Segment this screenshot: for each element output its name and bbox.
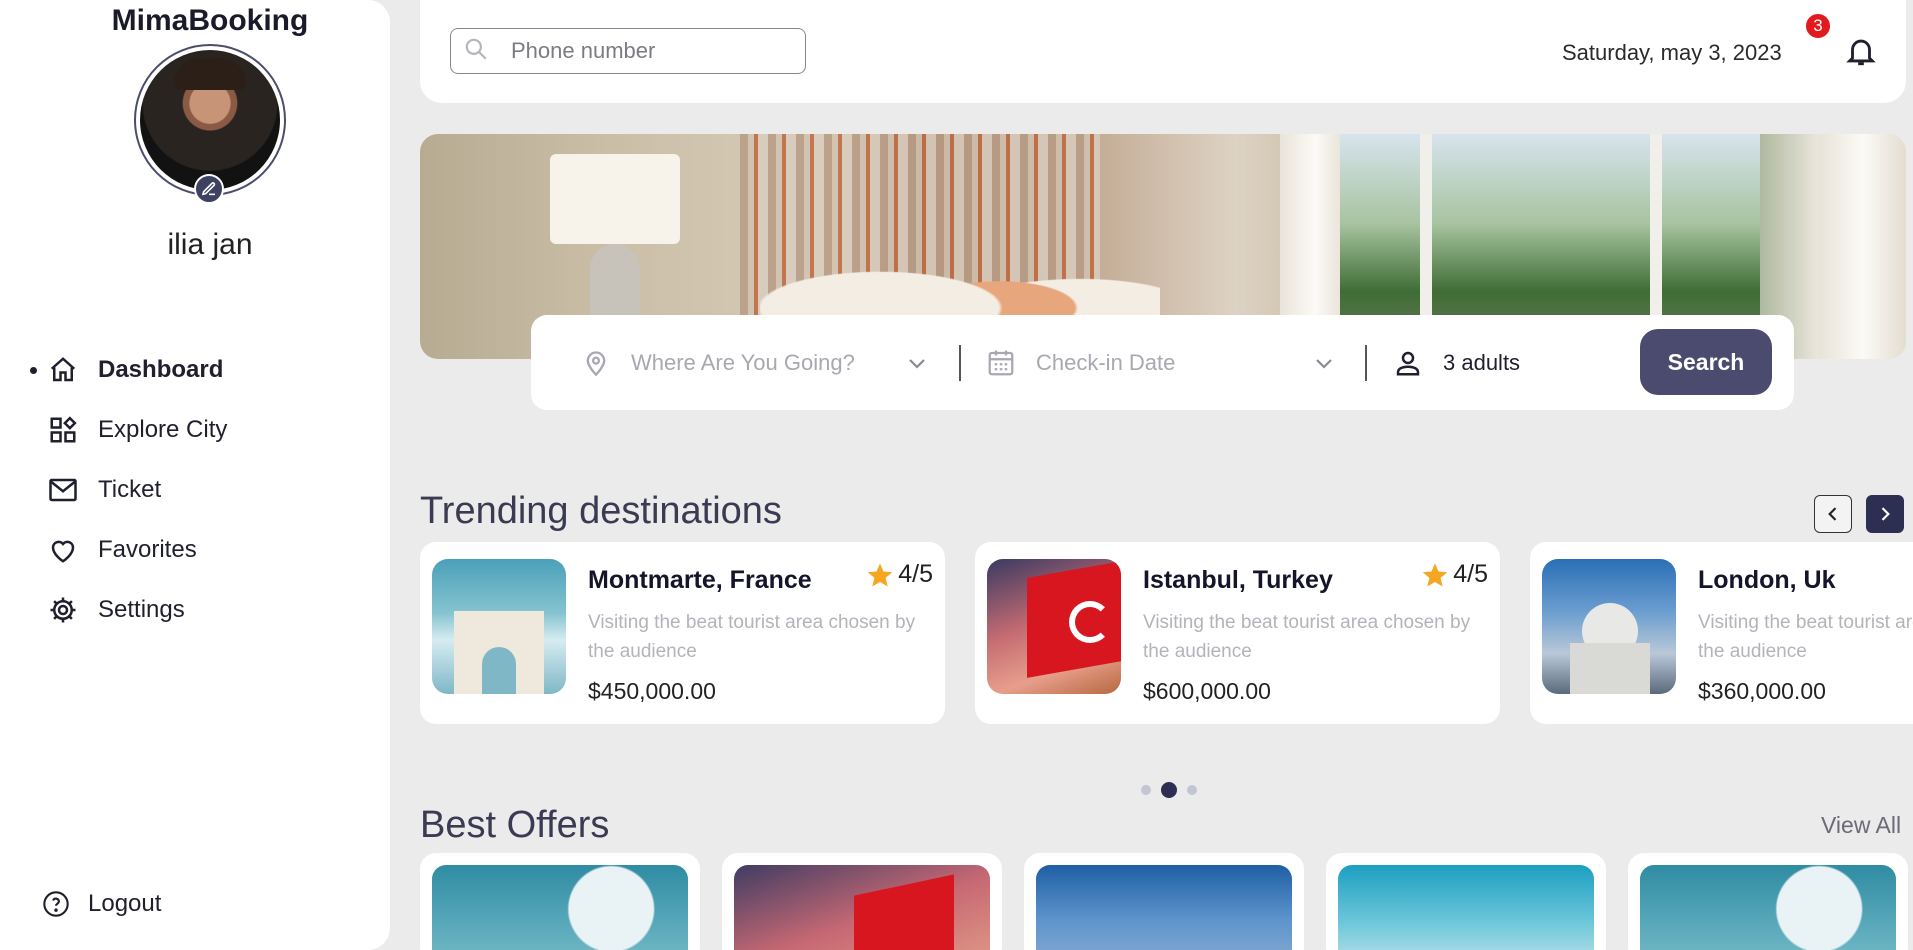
bell-icon[interactable]: [1844, 34, 1878, 70]
carousel-dot[interactable]: [1141, 785, 1151, 795]
offer-card[interactable]: [1326, 853, 1606, 950]
destination-description: Visiting the beat tourist area chosen by…: [1698, 612, 1913, 662]
rating-value: 4/5: [898, 560, 933, 588]
destination-description: Visiting the beat tourist area chosen by…: [588, 612, 916, 662]
star-icon: [867, 562, 893, 587]
destination-card[interactable]: London, Uk Visiting the beat tourist are…: [1530, 542, 1913, 724]
hero-curtain: [1820, 134, 1906, 359]
guests-select[interactable]: 3 adults: [1393, 315, 1613, 410]
destination-name: London, Uk: [1698, 566, 1836, 594]
sidebar-item-favorites[interactable]: Favorites: [30, 520, 227, 580]
destination-image: [432, 559, 566, 694]
carousel-dot[interactable]: [1187, 785, 1197, 795]
destination-card[interactable]: Istanbul, Turkey 4/5 Visiting the beat t…: [975, 542, 1500, 724]
sidebar-item-label: Settings: [98, 596, 185, 623]
active-indicator: [30, 367, 37, 374]
offer-card[interactable]: [420, 853, 700, 950]
carousel-pagination: [1136, 782, 1202, 798]
destination-card[interactable]: Montmarte, France 4/5 Visiting the beat …: [420, 542, 945, 724]
destination-image: [987, 559, 1121, 694]
offer-card[interactable]: [722, 853, 1002, 950]
checkin-placeholder: Check-in Date: [1036, 349, 1176, 375]
calendar-icon: [986, 348, 1016, 378]
destination-price: $360,000.00: [1698, 678, 1826, 704]
logout-label: Logout: [88, 890, 162, 917]
sidebar-item-label: Ticket: [98, 476, 162, 503]
top-bar: Saturday, may 3, 2023 3: [420, 0, 1906, 103]
destination-name: Montmarte, France: [588, 566, 812, 594]
notification-badge: 3: [1806, 14, 1830, 38]
best-offers-title: Best Offers: [420, 804, 610, 846]
booking-search-bar: Where Are You Going? Check-in Date 3 adu…: [531, 315, 1794, 410]
phone-search-box[interactable]: [450, 28, 806, 74]
chevron-left-icon: [1828, 507, 1837, 521]
logout-button[interactable]: Logout: [42, 890, 161, 918]
destination-placeholder: Where Are You Going?: [631, 349, 855, 375]
person-icon: [1393, 348, 1423, 378]
sidebar-item-explore-city[interactable]: Explore City: [30, 400, 227, 460]
envelope-icon: [46, 473, 80, 507]
carousel-dot-active[interactable]: [1161, 782, 1177, 798]
checkin-date-select[interactable]: Check-in Date: [986, 315, 1336, 410]
chevron-down-icon[interactable]: [1312, 351, 1336, 375]
avatar-photo: [140, 50, 280, 190]
destination-image: [1542, 559, 1676, 694]
rating-value: 4/5: [1453, 560, 1488, 588]
offer-image: [1640, 865, 1896, 950]
location-pin-icon: [581, 348, 611, 378]
destination-price: $450,000.00: [588, 678, 716, 704]
search-button[interactable]: Search: [1640, 329, 1772, 395]
destination-select[interactable]: Where Are You Going?: [581, 315, 931, 410]
search-icon: [463, 36, 489, 67]
brand-logo-text: MimaBooking: [111, 4, 309, 37]
sidebar-item-label: Dashboard: [98, 356, 224, 383]
offer-image: [432, 865, 688, 950]
offer-image: [1036, 865, 1292, 950]
trending-title: Trending destinations: [420, 490, 782, 532]
carousel-next-button[interactable]: [1866, 495, 1904, 533]
user-name: ilia jan: [167, 228, 253, 261]
chevron-right-icon: [1881, 507, 1890, 521]
carousel-prev-button[interactable]: [1814, 495, 1852, 533]
destination-price: $600,000.00: [1143, 678, 1271, 704]
sidebar-item-label: Explore City: [98, 416, 228, 443]
sidebar-item-label: Favorites: [98, 536, 197, 563]
grid-icon: [46, 413, 80, 447]
edit-avatar-icon[interactable]: [194, 174, 224, 204]
offer-card[interactable]: [1628, 853, 1908, 950]
hero-lamp-shade: [550, 154, 680, 244]
divider: [959, 345, 961, 381]
sidebar: MimaBooking ilia jan Dashboard Explore C…: [0, 0, 390, 950]
destination-rating: 4/5: [866, 560, 933, 589]
sidebar-item-ticket[interactable]: Ticket: [30, 460, 227, 520]
trending-carousel: Montmarte, France 4/5 Visiting the beat …: [420, 542, 1913, 726]
offer-card[interactable]: [1024, 853, 1304, 950]
destination-description: Visiting the beat tourist area chosen by…: [1143, 612, 1471, 662]
chevron-down-icon[interactable]: [905, 351, 929, 375]
home-icon: [46, 353, 80, 387]
heart-icon: [46, 533, 80, 567]
destination-name: Istanbul, Turkey: [1143, 566, 1333, 594]
offer-image: [734, 865, 990, 950]
question-circle-icon: [42, 890, 70, 918]
divider: [1365, 345, 1367, 381]
sidebar-item-settings[interactable]: Settings: [30, 580, 227, 640]
guests-value: 3 adults: [1443, 349, 1521, 375]
sidebar-nav: Dashboard Explore City Ticket Favorites …: [30, 340, 227, 640]
offer-image: [1338, 865, 1594, 950]
destination-rating: 4/5: [1421, 560, 1488, 589]
gear-icon: [46, 593, 80, 627]
current-date: Saturday, may 3, 2023: [1562, 40, 1782, 65]
sidebar-item-dashboard[interactable]: Dashboard: [30, 340, 227, 400]
view-all-link[interactable]: View All: [1821, 812, 1901, 839]
phone-search-input[interactable]: [511, 38, 791, 64]
star-icon: [1422, 562, 1448, 587]
